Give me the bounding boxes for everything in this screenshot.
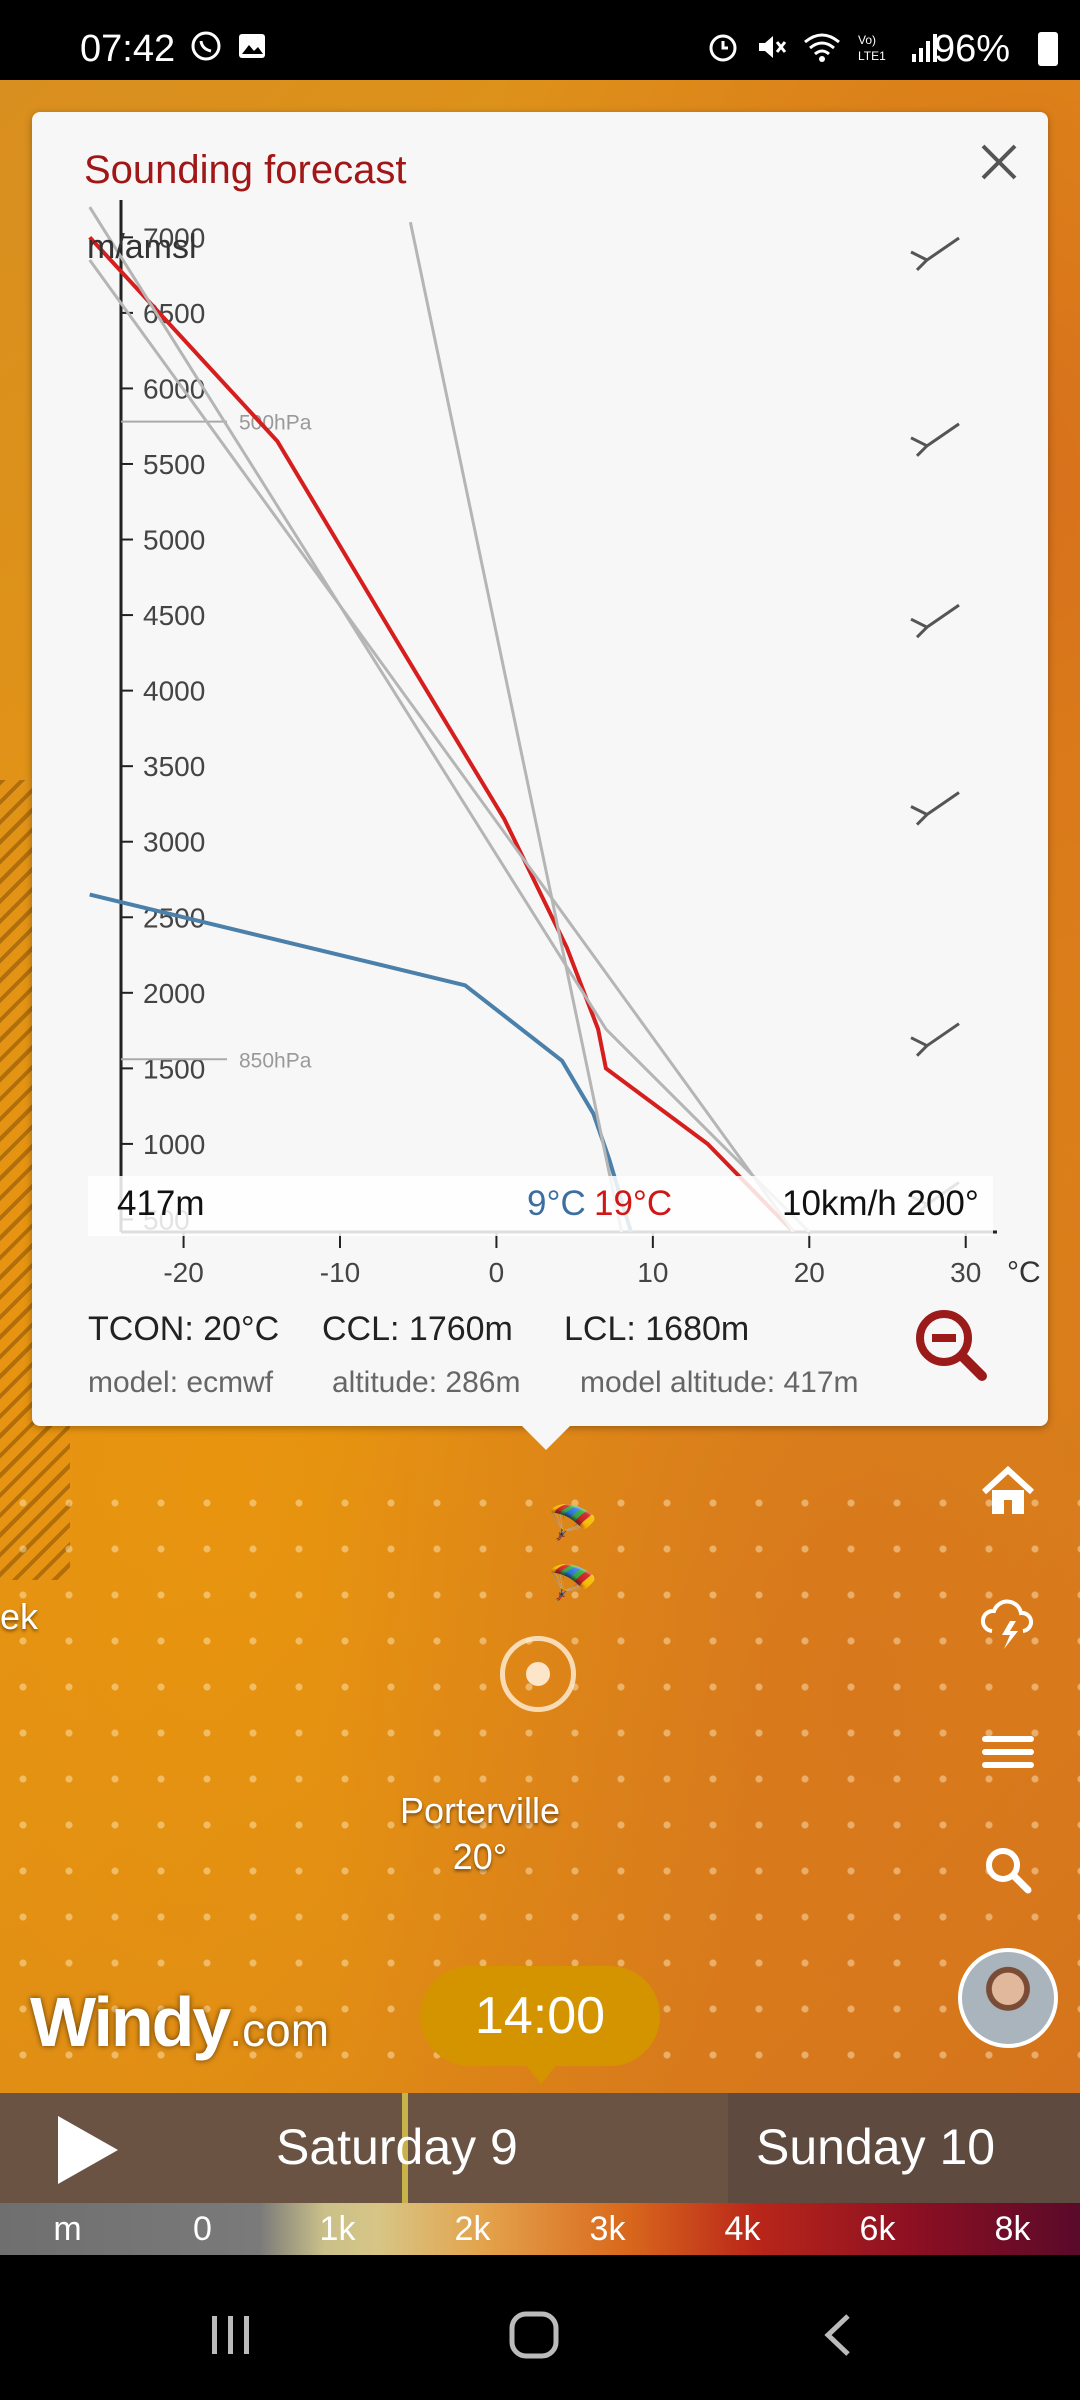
x-axis-unit: °C <box>1007 1256 1041 1289</box>
whatsapp-icon <box>191 31 221 61</box>
model-value: model: ecmwf <box>88 1366 274 1399</box>
series-line-2 <box>88 259 795 1232</box>
legend-label: 1k <box>319 2210 356 2248</box>
wind-barb-line <box>910 236 960 272</box>
y-tick-label: 5000 <box>143 525 205 556</box>
wind-barb <box>910 236 960 272</box>
brand-suffix: .com <box>229 2004 330 2056</box>
model-altitude-value: model altitude: 417m <box>580 1366 859 1399</box>
legend-label: 8k <box>994 2210 1031 2248</box>
altitude-legend: m 0 1k 2k 3k 4k 6k 8k <box>0 2203 1080 2255</box>
paraglider-icon[interactable]: 🪂 <box>548 1560 598 1607</box>
recent-apps-icon[interactable] <box>206 2310 256 2360</box>
lte-icon: Vo) LTE1 <box>858 33 886 63</box>
y-tick-label: 1000 <box>143 1129 205 1160</box>
y-tick-label: 5500 <box>143 449 205 480</box>
timeline-day-sunday[interactable]: Sunday 10 <box>756 2118 995 2176</box>
svg-text:Vo): Vo) <box>858 33 876 47</box>
y-tick-label: 2500 <box>143 902 205 933</box>
paraglider-icon[interactable]: 🪂 <box>548 1500 598 1547</box>
legend-label: 3k <box>589 2210 626 2248</box>
notification-icons <box>190 30 268 62</box>
series-line-3 <box>408 221 624 1232</box>
wind-barb-line <box>910 422 960 457</box>
wind-barb <box>910 791 960 826</box>
wind-barb <box>910 1022 960 1057</box>
time-pill[interactable]: 14:00 <box>420 1966 660 2084</box>
wind-barb <box>910 603 960 639</box>
image-icon <box>239 34 265 58</box>
battery-percent: 96% <box>933 28 1010 70</box>
wind-barb-line <box>910 603 960 639</box>
timeline-day-saturday[interactable]: Saturday 9 <box>276 2118 518 2176</box>
x-tick-label: -20 <box>163 1257 203 1288</box>
wind-barb-line <box>910 1022 960 1057</box>
y-tick-label: 3000 <box>143 827 205 858</box>
x-tick-label: 30 <box>950 1257 981 1288</box>
x-tick-label: 0 <box>489 1257 505 1288</box>
search-button[interactable] <box>968 1830 1048 1910</box>
close-button[interactable] <box>972 138 1026 192</box>
menu-button[interactable] <box>968 1712 1048 1792</box>
info-dewpoint: 9°C <box>527 1184 586 1223</box>
x-tick-label: 20 <box>794 1257 825 1288</box>
x-tick-label: -10 <box>320 1257 360 1288</box>
sounding-dialog: 5001000150020002500300035004000450050005… <box>32 112 1048 1450</box>
battery-icon <box>1038 32 1058 66</box>
alarm-icon <box>709 34 737 62</box>
lcl-value: LCL: 1680m <box>564 1310 750 1348</box>
wind-barb-line <box>910 791 960 826</box>
legend-label: 2k <box>454 2210 491 2248</box>
y-tick-label: 3500 <box>143 751 205 782</box>
sounding-chart: 5001000150020002500300035004000450050005… <box>88 200 1041 1289</box>
back-icon[interactable] <box>818 2310 858 2360</box>
y-tick-label: 4000 <box>143 676 205 707</box>
wind-barb <box>910 422 960 457</box>
y-tick-label: 1500 <box>143 1053 205 1084</box>
info-temperature: 19°C <box>594 1184 673 1223</box>
ccl-value: CCL: 1760m <box>322 1310 513 1348</box>
search-icon <box>986 1848 1032 1894</box>
thunderstorm-button[interactable] <box>968 1585 1048 1665</box>
close-icon <box>981 144 1017 180</box>
location-marker[interactable] <box>500 1636 576 1712</box>
info-altitude: 417m <box>117 1184 205 1223</box>
zoom-out-icon[interactable] <box>912 1306 992 1386</box>
mute-icon <box>759 36 787 58</box>
windy-logo: Windy.com <box>30 1982 329 2062</box>
y-tick-label: 2000 <box>143 978 205 1009</box>
play-icon[interactable] <box>58 2116 118 2184</box>
brand-name: Windy <box>30 1983 231 2061</box>
tcon-value: TCON: 20°C <box>88 1310 280 1348</box>
pressure-level-label: 500hPa <box>239 412 312 435</box>
x-tick-label: 10 <box>637 1257 668 1288</box>
home-button[interactable] <box>968 1452 1048 1532</box>
city-temp: 20° <box>452 1836 508 1877</box>
home-icon <box>981 1465 1035 1514</box>
dialog-title: Sounding forecast <box>84 148 407 192</box>
y-axis-unit: m/amsl <box>87 228 197 266</box>
legend-label: 0 <box>193 2210 212 2248</box>
thunderstorm-icon <box>981 1599 1033 1649</box>
y-tick-label: 4500 <box>143 600 205 631</box>
info-wind: 10km/h 200° <box>782 1184 979 1223</box>
avatar[interactable] <box>958 1948 1058 2048</box>
legend-label: 6k <box>859 2210 896 2248</box>
map-edge-label: ek <box>0 1596 39 1637</box>
legend-label: m <box>53 2210 82 2248</box>
status-time: 07:42 <box>80 28 176 70</box>
home-nav-icon[interactable] <box>508 2310 562 2360</box>
menu-icon <box>982 1736 1034 1768</box>
city-name[interactable]: Porterville <box>380 1790 580 1832</box>
wifi-icon <box>804 33 840 62</box>
svg-text:LTE1: LTE1 <box>858 49 886 63</box>
altitude-value: altitude: 286m <box>332 1366 521 1399</box>
pressure-level-label: 850hPa <box>239 1049 312 1072</box>
status-bar: 07:42 Vo) LTE1 96% <box>0 0 1080 80</box>
legend-label: 4k <box>724 2210 761 2248</box>
system-icons: Vo) LTE1 <box>706 30 940 64</box>
